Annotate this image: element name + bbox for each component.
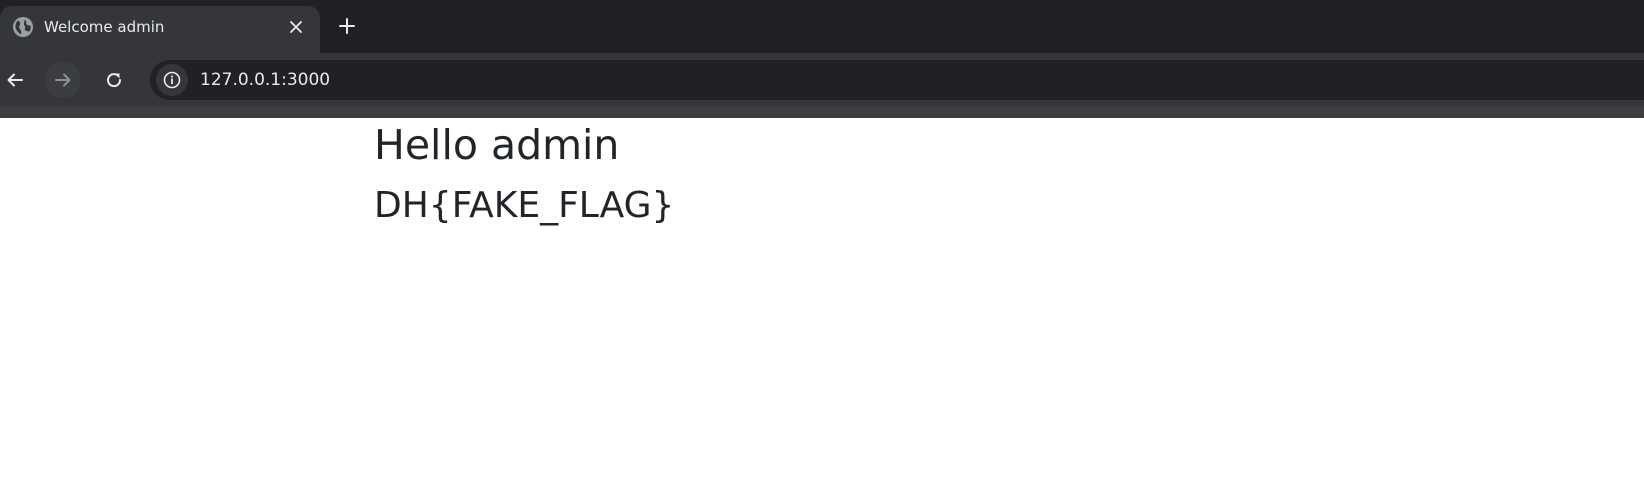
reload-icon [107, 73, 122, 88]
globe-icon [12, 16, 34, 38]
close-icon[interactable] [286, 17, 306, 37]
browser-toolbar: 127.0.0.1:3000 [0, 53, 1644, 106]
browser-tab[interactable]: Welcome admin [0, 6, 320, 53]
site-info-button[interactable] [156, 64, 188, 96]
address-bar[interactable]: 127.0.0.1:3000 [150, 60, 1644, 100]
forward-button[interactable] [45, 62, 81, 98]
tab-title: Welcome admin [44, 18, 165, 36]
arrow-right-icon [55, 73, 71, 87]
toolbar-divider [0, 106, 1644, 118]
greeting-heading: Hello admin [374, 121, 620, 169]
tab-strip: Welcome admin [0, 0, 1644, 53]
page-viewport: Hello admin DH{FAKE_FLAG} [0, 118, 1644, 497]
flag-text: DH{FAKE_FLAG} [374, 185, 675, 226]
url-text[interactable]: 127.0.0.1:3000 [200, 69, 330, 91]
browser-window: Welcome admin 127.0.0.1:3000 Hello admin… [0, 0, 1644, 497]
plus-icon[interactable] [336, 15, 358, 37]
reload-button[interactable] [96, 62, 132, 98]
back-button[interactable] [0, 62, 33, 98]
arrow-left-icon [7, 73, 23, 87]
info-icon [163, 71, 181, 89]
